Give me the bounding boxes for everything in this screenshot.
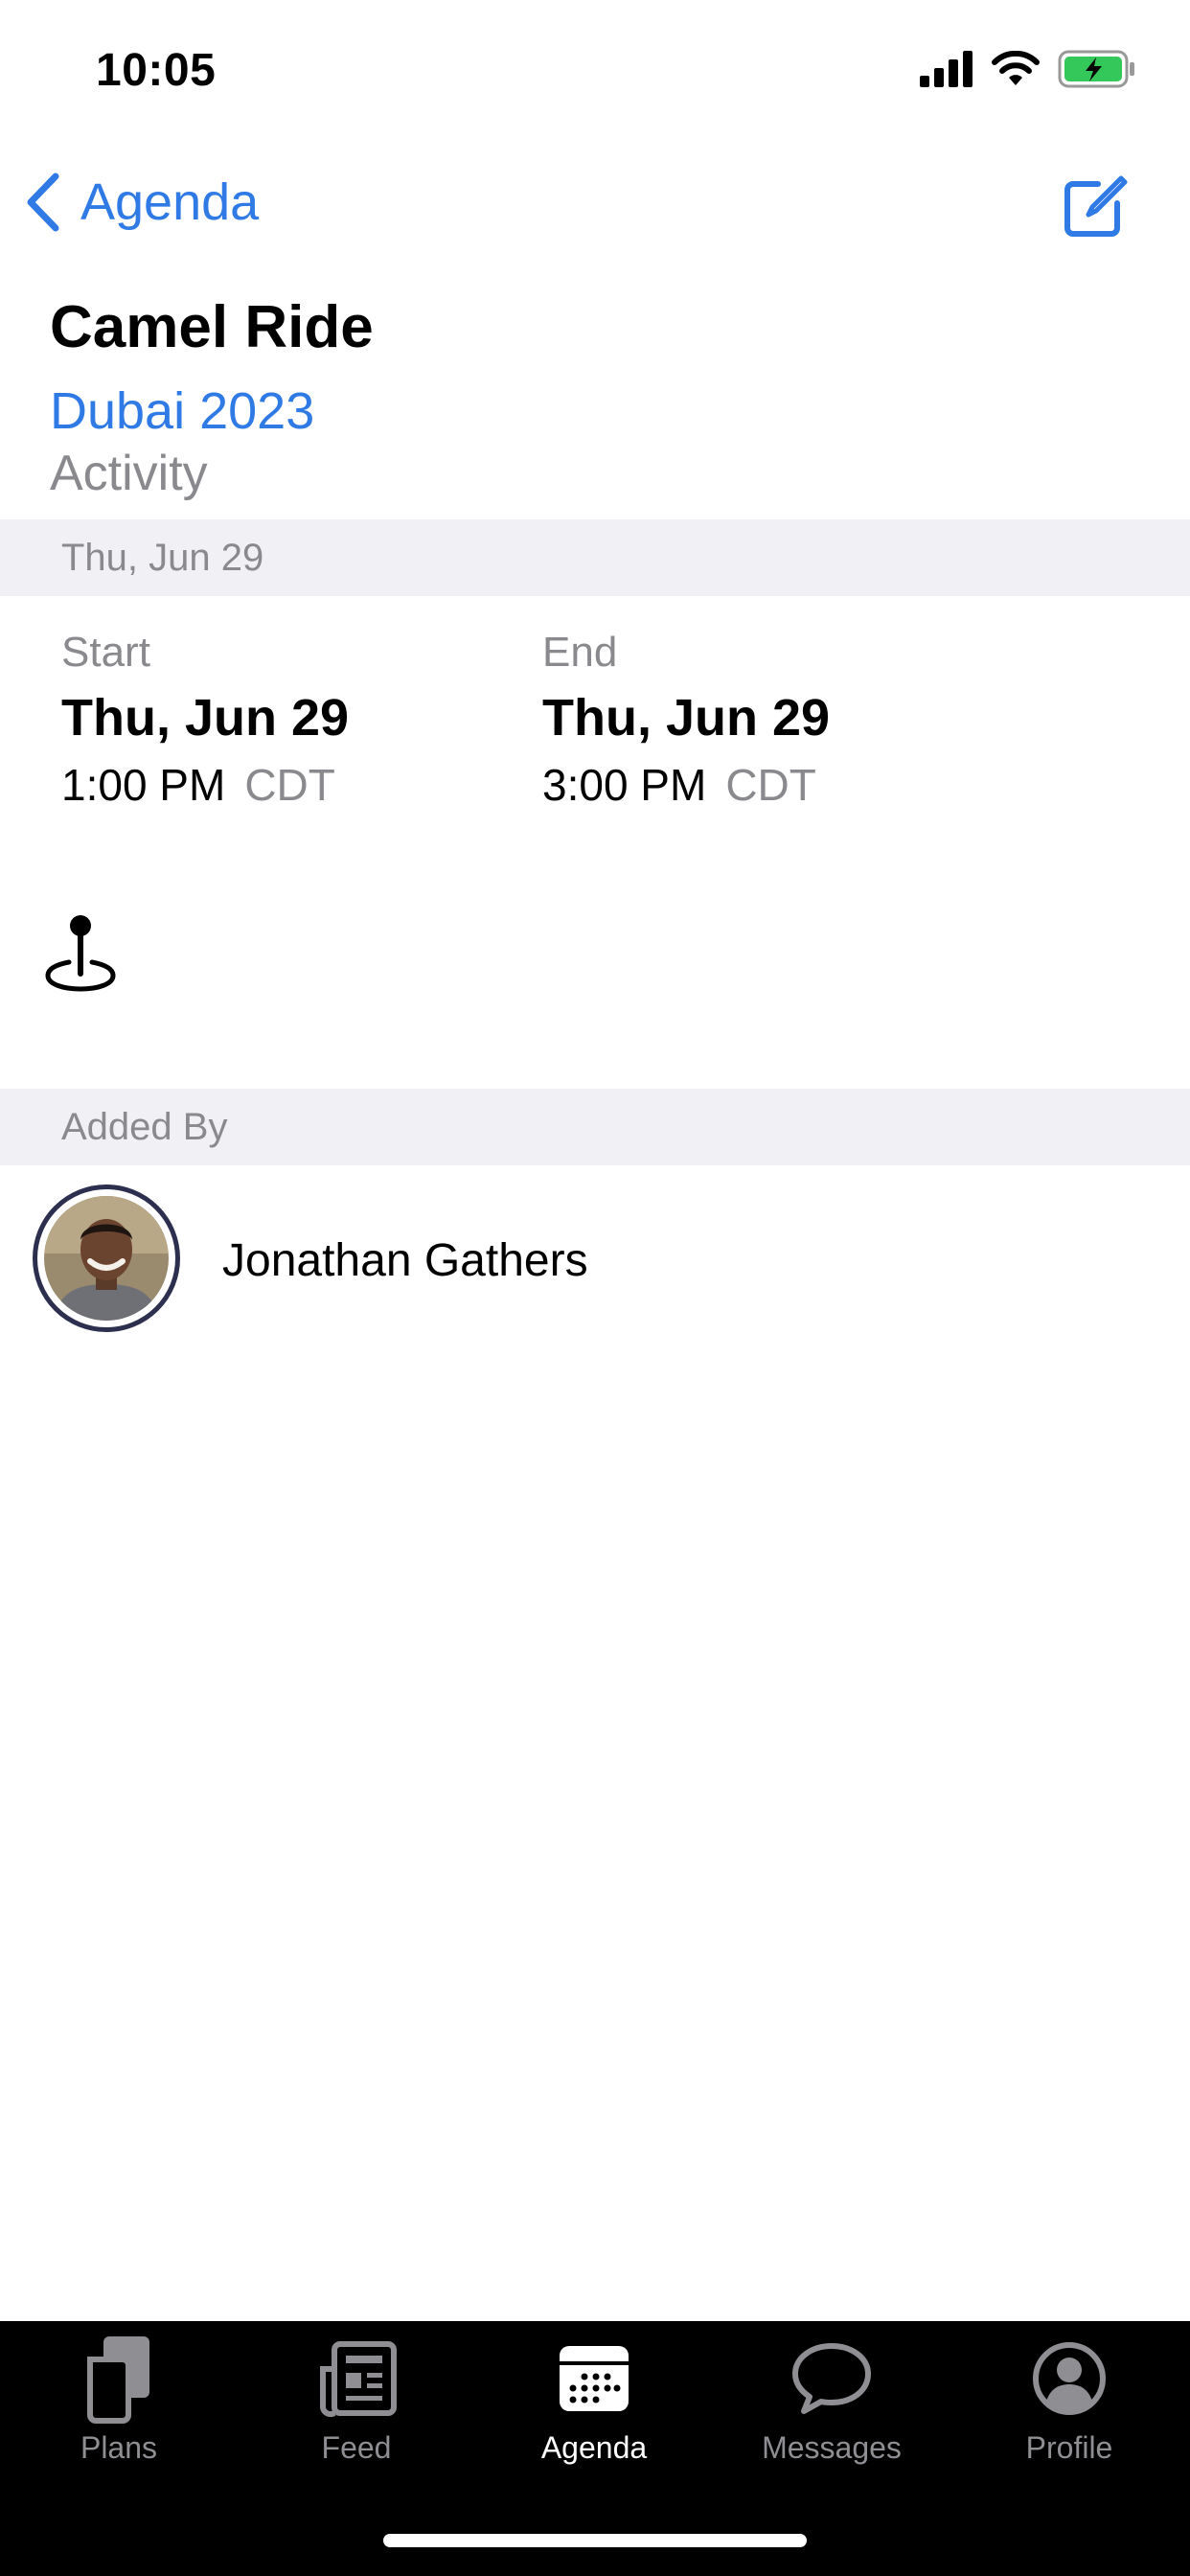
start-label: Start xyxy=(61,629,150,676)
tab-label: Agenda xyxy=(540,2430,648,2465)
end-label: End xyxy=(542,629,618,676)
edit-icon xyxy=(1064,175,1128,237)
back-button[interactable]: Agenda xyxy=(25,172,259,232)
date-header-label: Thu, Jun 29 xyxy=(61,537,264,579)
profile-icon xyxy=(1033,2342,1106,2415)
tab-plans[interactable]: Plans xyxy=(0,2333,238,2476)
event-type: Activity xyxy=(50,446,208,501)
back-label: Agenda xyxy=(80,173,260,231)
end-time: 3:00 PM xyxy=(542,760,707,810)
start-date: Thu, Jun 29 xyxy=(61,689,350,747)
added-by-label: Added By xyxy=(61,1106,228,1148)
chevron-left-icon xyxy=(27,172,59,232)
start-time: 1:00 PM xyxy=(61,760,226,810)
tab-label: Feed xyxy=(321,2430,392,2465)
tab-label: Plans xyxy=(80,2430,158,2465)
battery-icon xyxy=(1058,50,1134,88)
feed-icon xyxy=(319,2341,397,2417)
date-section-header: Thu, Jun 29 xyxy=(0,519,1190,596)
end-block: End Thu, Jun 29 3:00 PM CDT xyxy=(542,629,830,811)
wifi-icon xyxy=(992,51,1040,85)
tab-messages[interactable]: Messages xyxy=(713,2333,950,2476)
avatar-photo xyxy=(44,1196,169,1321)
home-indicator xyxy=(383,2534,807,2547)
end-time-row: 3:00 PM CDT xyxy=(542,759,830,811)
start-block: Start Thu, Jun 29 1:00 PM CDT xyxy=(61,629,349,811)
trip-link[interactable]: Dubai 2023 xyxy=(50,381,314,441)
tab-label: Messages xyxy=(762,2430,902,2465)
edit-button[interactable] xyxy=(1060,172,1129,246)
status-time: 10:05 xyxy=(96,45,217,96)
end-date: Thu, Jun 29 xyxy=(542,689,831,747)
agenda-icon xyxy=(560,2346,629,2411)
added-by-name[interactable]: Jonathan Gathers xyxy=(222,1234,588,1287)
signal-icon xyxy=(920,51,973,87)
tab-label: Profile xyxy=(1025,2430,1113,2465)
tab-profile[interactable]: Profile xyxy=(950,2333,1188,2476)
end-timezone: CDT xyxy=(725,760,816,810)
messages-icon xyxy=(792,2343,871,2414)
tab-feed[interactable]: Feed xyxy=(238,2333,475,2476)
plans-icon xyxy=(87,2336,149,2424)
location-pin-icon[interactable] xyxy=(44,912,117,998)
avatar[interactable] xyxy=(33,1184,180,1332)
event-title: Camel Ride xyxy=(50,294,374,360)
status-icons xyxy=(920,50,1136,88)
tab-agenda[interactable]: Agenda xyxy=(475,2333,713,2476)
start-time-row: 1:00 PM CDT xyxy=(61,759,349,811)
added-by-header: Added By xyxy=(0,1089,1190,1165)
start-timezone: CDT xyxy=(244,760,335,810)
